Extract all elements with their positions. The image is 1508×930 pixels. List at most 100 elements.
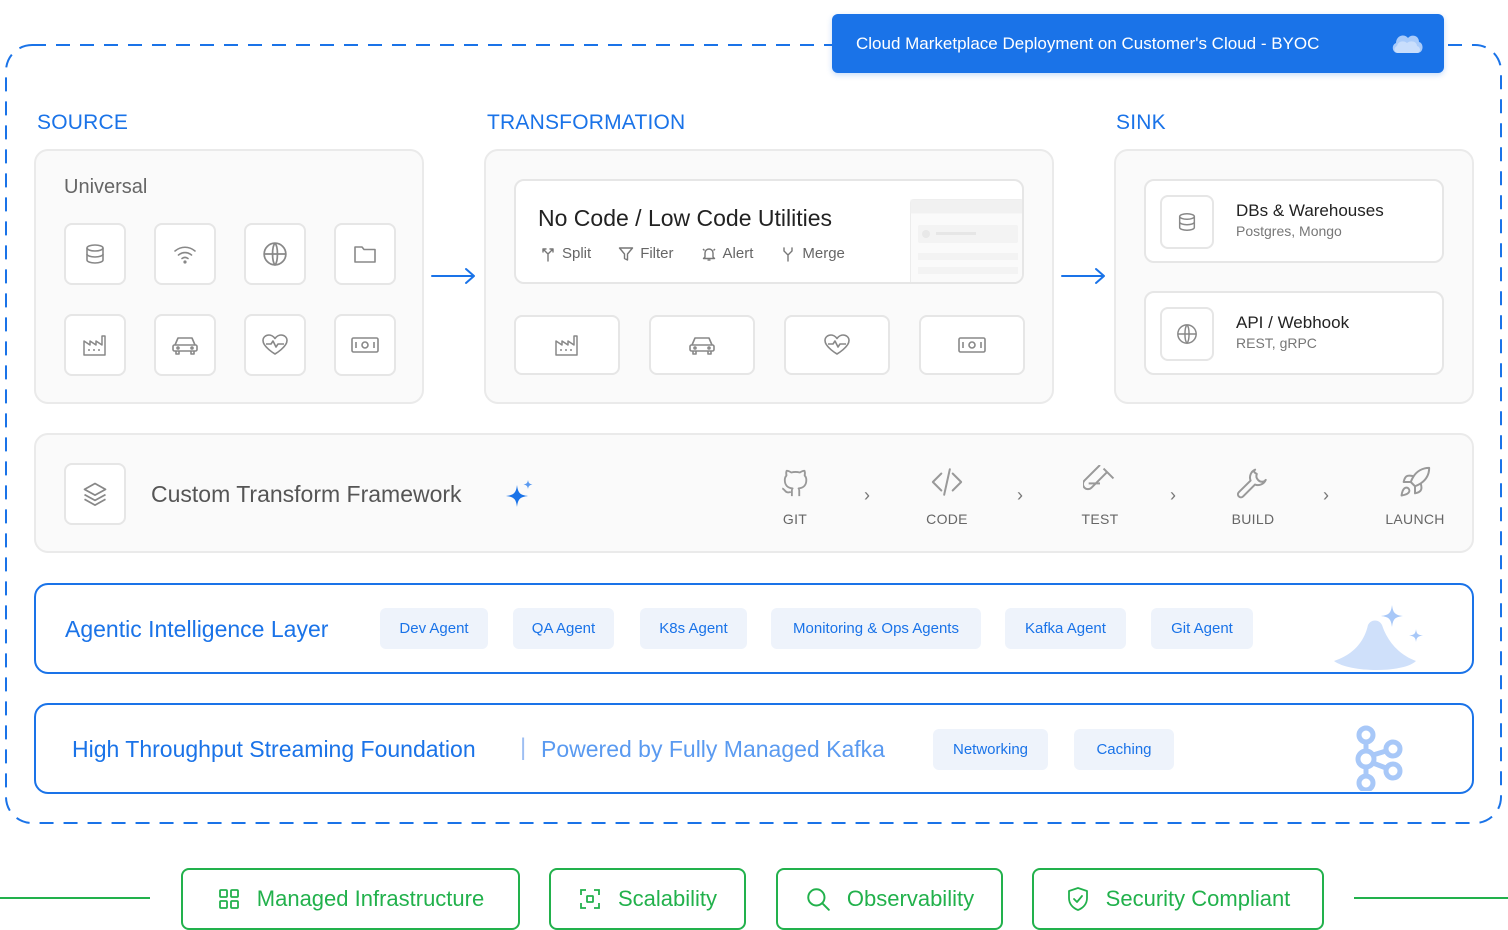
agent-chip: QA Agent — [513, 608, 614, 649]
sink-title: SINK — [1116, 111, 1166, 134]
step-code: CODE — [907, 465, 987, 527]
transformation-title: TRANSFORMATION — [487, 111, 686, 134]
sink-card-subtitle: REST, gRPC — [1236, 335, 1317, 351]
feature-scalability: Scalability — [549, 868, 746, 930]
agent-chip: Kafka Agent — [1005, 608, 1126, 649]
chevron-right-icon: › — [1170, 485, 1176, 505]
grid-icon — [218, 889, 239, 909]
sink-card-dbs: DBs & Warehouses Postgres, Mongo — [1144, 179, 1444, 263]
feature-observability: Observability — [776, 868, 1003, 930]
factory-icon — [64, 314, 126, 376]
sink-card-title: API / Webhook — [1236, 313, 1350, 332]
chevron-right-icon: › — [1017, 485, 1023, 505]
universal-label: Universal — [64, 176, 148, 198]
scale-frame-icon — [580, 889, 600, 909]
code-icon — [931, 468, 963, 496]
step-git: GIT — [755, 465, 835, 527]
byoc-banner-text: Cloud Marketplace Deployment on Customer… — [856, 33, 1320, 53]
utility-filter: Filter — [618, 245, 674, 262]
chevron-right-icon: › — [864, 485, 870, 505]
arrow-right-icon — [1061, 268, 1105, 284]
globe-icon — [244, 223, 306, 285]
step-label: BUILD — [1231, 511, 1275, 527]
step-label: CODE — [926, 511, 968, 527]
sink-card-subtitle: Postgres, Mongo — [1236, 223, 1342, 239]
feature-label: Security Compliant — [1105, 886, 1291, 911]
search-icon — [807, 888, 830, 911]
utility-merge: Merge — [780, 245, 845, 262]
sink-panel: DBs & Warehouses Postgres, Mongo API / W… — [1114, 149, 1474, 404]
agent-chip: Monitoring & Ops Agents — [771, 608, 981, 649]
merge-icon — [783, 246, 794, 262]
arrow-right-icon — [431, 268, 475, 284]
source-title: SOURCE — [37, 111, 129, 134]
streaming-title: High Throughput Streaming Foundation — [72, 736, 476, 762]
nocode-title: No Code / Low Code Utilities — [538, 205, 833, 231]
bell-icon — [702, 247, 716, 261]
agent-chip: Git Agent — [1151, 608, 1253, 649]
sink-card-title: DBs & Warehouses — [1236, 201, 1384, 220]
wrench-icon — [1236, 468, 1267, 499]
utility-alert: Alert — [701, 245, 754, 262]
step-label: LAUNCH — [1385, 511, 1445, 527]
wizard-hat-icon — [1334, 605, 1423, 670]
filter-icon — [618, 246, 634, 261]
utility-merge-label: Merge — [802, 245, 845, 262]
banknote-icon — [919, 315, 1025, 375]
feature-security-compliant: Security Compliant — [1032, 868, 1324, 930]
foundation-chip: Networking — [933, 729, 1048, 770]
globe-icon — [1160, 307, 1214, 361]
github-icon — [781, 469, 808, 497]
custom-transform-title: Custom Transform Framework — [151, 481, 462, 507]
utility-list: Split Filter Alert Merge — [540, 245, 845, 262]
feature-label: Managed Infrastructure — [256, 886, 485, 911]
sparkle-icon — [506, 480, 533, 507]
utility-filter-label: Filter — [640, 245, 674, 262]
feature-managed-infrastructure: Managed Infrastructure — [181, 868, 520, 930]
title-divider: | — [520, 734, 527, 761]
utility-split: Split — [540, 245, 591, 262]
cloud-icon — [1390, 31, 1424, 55]
database-icon — [64, 223, 126, 285]
custom-transform-panel: Custom Transform Framework GIT › CODE › … — [34, 433, 1474, 553]
feature-label: Scalability — [617, 886, 718, 911]
step-build: BUILD — [1213, 465, 1293, 527]
nocode-utilities-card: No Code / Low Code Utilities Split Filte… — [514, 179, 1024, 284]
step-test: TEST — [1060, 465, 1140, 527]
ui-preview-mock — [910, 199, 1022, 282]
streaming-foundation-panel: High Throughput Streaming Foundation | P… — [34, 703, 1474, 794]
sink-card-api: API / Webhook REST, gRPC — [1144, 291, 1444, 375]
byoc-banner: Cloud Marketplace Deployment on Customer… — [832, 14, 1444, 73]
feature-label: Observability — [846, 886, 975, 911]
utility-split-label: Split — [562, 245, 592, 262]
agentic-layer-panel: Agentic Intelligence Layer Dev Agent QA … — [34, 583, 1474, 674]
feature-line-left — [0, 897, 150, 899]
car-icon — [649, 315, 755, 375]
database-icon — [1160, 195, 1214, 249]
step-label: TEST — [1081, 511, 1119, 527]
car-icon — [154, 314, 216, 376]
test-tube-icon — [1083, 465, 1115, 491]
wifi-icon — [154, 223, 216, 285]
step-label: GIT — [782, 511, 808, 527]
utility-alert-label: Alert — [722, 245, 754, 262]
banknote-icon — [334, 314, 396, 376]
step-launch: LAUNCH — [1375, 465, 1455, 527]
heart-pulse-icon — [784, 315, 890, 375]
shield-check-icon — [1067, 887, 1088, 911]
feature-line-right — [1354, 897, 1508, 899]
agentic-layer-title: Agentic Intelligence Layer — [65, 616, 329, 642]
layers-icon — [64, 463, 126, 525]
chevron-right-icon: › — [1323, 485, 1329, 505]
folder-icon — [334, 223, 396, 285]
agent-chip: K8s Agent — [640, 608, 747, 649]
source-panel: Universal — [34, 149, 424, 404]
foundation-chip: Caching — [1074, 729, 1174, 770]
heart-pulse-icon — [244, 314, 306, 376]
agent-chip: Dev Agent — [380, 608, 488, 649]
kafka-icon — [1355, 725, 1403, 791]
factory-icon — [514, 315, 620, 375]
streaming-subtitle: Powered by Fully Managed Kafka — [541, 736, 885, 762]
rocket-icon — [1400, 466, 1431, 497]
split-icon — [542, 247, 554, 262]
